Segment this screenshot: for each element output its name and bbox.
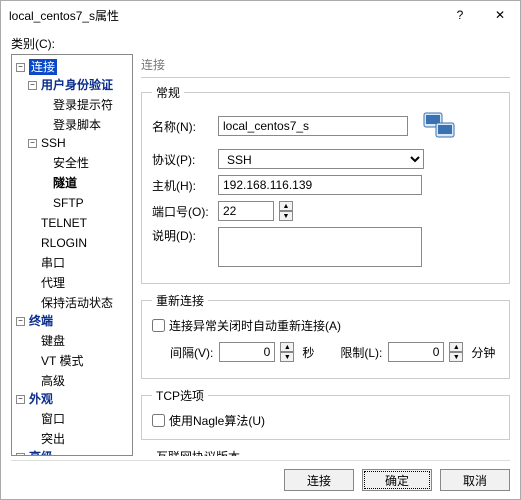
host-label: 主机(H): xyxy=(152,177,212,194)
limit-input[interactable] xyxy=(388,342,444,362)
collapse-icon[interactable]: − xyxy=(16,395,25,404)
ipver-group: 互联网协议版本 自动 IPv4 IPv6 xyxy=(141,448,510,456)
name-label: 名称(N): xyxy=(152,118,212,135)
tree-connection[interactable]: −连接 xyxy=(14,59,59,75)
tree-proxy[interactable]: 代理 xyxy=(26,275,67,291)
interval-label: 间隔(V): xyxy=(170,344,213,361)
tree-rlogin[interactable]: RLOGIN xyxy=(26,235,89,251)
spin-up-icon[interactable]: ▲ xyxy=(280,342,294,352)
hosts-icon xyxy=(422,109,456,143)
port-spinner[interactable]: ▲▼ xyxy=(279,201,293,221)
desc-label: 说明(D): xyxy=(152,227,212,244)
reconnect-group: 重新连接 连接异常关闭时自动重新连接(A) 间隔(V): ▲▼ 秒 限制(L):… xyxy=(141,292,510,379)
dialog-footer: 连接 确定 取消 xyxy=(11,460,510,491)
panel-title: 连接 xyxy=(141,54,510,78)
right-panel: 连接 常规 名称(N): 协议(P): SSH 主机(H): xyxy=(141,54,510,456)
tree-script[interactable]: 登录脚本 xyxy=(38,117,103,133)
titlebar: local_centos7_s属性 ? ✕ xyxy=(1,1,520,29)
collapse-icon[interactable]: − xyxy=(28,139,37,148)
port-input[interactable] xyxy=(218,201,274,221)
spin-down-icon[interactable]: ▼ xyxy=(280,352,294,362)
spin-up-icon[interactable]: ▲ xyxy=(279,201,293,211)
cancel-button[interactable]: 取消 xyxy=(440,469,510,491)
connect-button[interactable]: 连接 xyxy=(284,469,354,491)
spin-up-icon[interactable]: ▲ xyxy=(449,342,463,352)
tree-tunnel[interactable]: 隧道 xyxy=(38,175,79,191)
ipver-legend: 互联网协议版本 xyxy=(152,448,244,456)
tree-appearance[interactable]: −外观 xyxy=(14,391,55,407)
tree-advanced[interactable]: −高级 xyxy=(14,449,55,456)
tree-vt[interactable]: VT 模式 xyxy=(26,353,85,369)
dialog-content: 类别(C): −连接 −用户身份验证 登录提示符 登录脚本 −SSH 安 xyxy=(1,29,520,499)
auto-reconnect-checkbox[interactable]: 连接异常关闭时自动重新连接(A) xyxy=(152,317,499,334)
tcp-legend: TCP选项 xyxy=(152,387,208,404)
tree-keepalive[interactable]: 保持活动状态 xyxy=(26,295,115,311)
collapse-icon[interactable]: − xyxy=(16,63,25,72)
category-label: 类别(C): xyxy=(11,35,510,52)
collapse-icon[interactable]: − xyxy=(16,317,25,326)
spin-down-icon[interactable]: ▼ xyxy=(279,211,293,221)
tree-keyboard[interactable]: 键盘 xyxy=(26,333,67,349)
host-input[interactable] xyxy=(218,175,422,195)
general-group: 常规 名称(N): 协议(P): SSH 主机(H): xyxy=(141,84,510,284)
description-input[interactable] xyxy=(218,227,422,267)
interval-spinner[interactable]: ▲▼ xyxy=(280,342,294,362)
protocol-select[interactable]: SSH xyxy=(218,149,424,169)
general-legend: 常规 xyxy=(152,84,184,101)
tree-prompt[interactable]: 登录提示符 xyxy=(38,97,115,113)
reconnect-legend: 重新连接 xyxy=(152,292,208,309)
tree-serial[interactable]: 串口 xyxy=(26,255,67,271)
interval-unit: 秒 xyxy=(302,344,314,361)
help-button[interactable]: ? xyxy=(440,1,480,29)
tcp-group: TCP选项 使用Nagle算法(U) xyxy=(141,387,510,440)
limit-unit: 分钟 xyxy=(471,344,495,361)
nagle-checkbox[interactable]: 使用Nagle算法(U) xyxy=(152,412,499,429)
proto-label: 协议(P): xyxy=(152,151,212,168)
port-label: 端口号(O): xyxy=(152,203,212,220)
tree-sftp[interactable]: SFTP xyxy=(38,195,86,211)
tree-security[interactable]: 安全性 xyxy=(38,155,91,171)
spin-down-icon[interactable]: ▼ xyxy=(449,352,463,362)
interval-input[interactable] xyxy=(219,342,275,362)
tree-ssh[interactable]: −SSH xyxy=(26,135,68,151)
category-tree[interactable]: −连接 −用户身份验证 登录提示符 登录脚本 −SSH 安全性 隧道 xyxy=(11,54,133,456)
close-button[interactable]: ✕ xyxy=(480,1,520,29)
tree-highlight[interactable]: 突出 xyxy=(26,431,67,447)
collapse-icon[interactable]: − xyxy=(28,81,37,90)
tree-window[interactable]: 窗口 xyxy=(26,411,67,427)
tree-terminal[interactable]: −终端 xyxy=(14,313,55,329)
ok-button[interactable]: 确定 xyxy=(362,469,432,491)
tree-auth[interactable]: −用户身份验证 xyxy=(26,77,115,93)
limit-spinner[interactable]: ▲▼ xyxy=(449,342,463,362)
name-input[interactable] xyxy=(218,116,408,136)
limit-label: 限制(L): xyxy=(340,344,382,361)
tree-adv1[interactable]: 高级 xyxy=(26,373,67,389)
window-title: local_centos7_s属性 xyxy=(9,7,440,24)
collapse-icon[interactable]: − xyxy=(16,453,25,457)
tree-telnet[interactable]: TELNET xyxy=(26,215,89,231)
